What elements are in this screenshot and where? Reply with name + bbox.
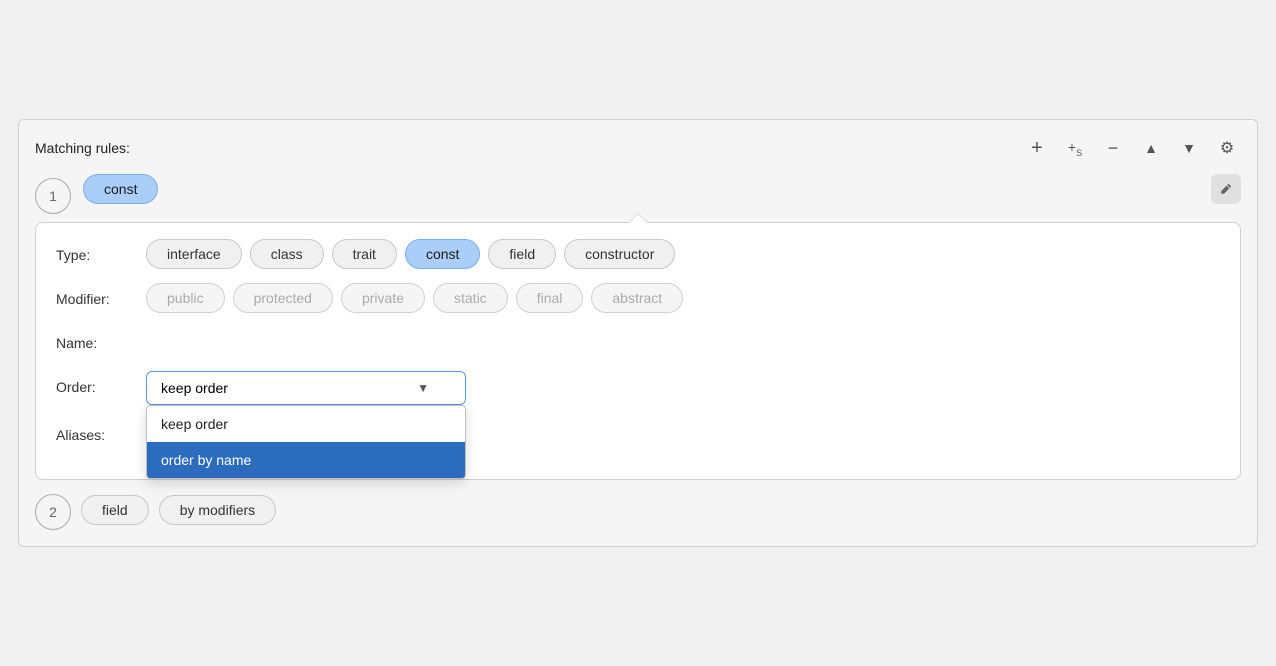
settings-button[interactable]: ⚙ (1213, 134, 1241, 162)
order-dropdown-list: keep order order by name (146, 405, 466, 479)
name-input-area (146, 327, 1220, 357)
panel-title: Matching rules: (35, 140, 130, 156)
type-tag-field[interactable]: field (488, 239, 556, 269)
order-option-order-by-name[interactable]: order by name (147, 442, 465, 478)
header-row: Matching rules: + +S − ▲ ▼ ⚙ (35, 134, 1241, 162)
type-tag-interface[interactable]: interface (146, 239, 242, 269)
modifier-tag-abstract[interactable]: abstract (591, 283, 683, 313)
name-label: Name: (56, 327, 136, 351)
rule-2-row: 2 field by modifiers (35, 490, 1241, 530)
modifier-tag-final[interactable]: final (516, 283, 584, 313)
type-tag-constructor[interactable]: constructor (564, 239, 675, 269)
type-row: Type: interface class trait const field … (56, 239, 1220, 269)
order-label: Order: (56, 371, 136, 395)
rule-1-expand-panel: Type: interface class trait const field … (35, 222, 1241, 480)
add-rule-button[interactable]: + (1023, 134, 1051, 162)
modifier-label: Modifier: (56, 283, 136, 307)
rule-1-row: 1 const (35, 174, 1241, 214)
type-tag-trait[interactable]: trait (332, 239, 397, 269)
add-subscript-button[interactable]: +S (1061, 134, 1089, 162)
pencil-icon (1219, 182, 1233, 196)
modifier-tag-static[interactable]: static (433, 283, 508, 313)
order-row: Order: keep order ▼ keep order order by … (56, 371, 1220, 405)
order-select-display[interactable]: keep order ▼ (146, 371, 466, 405)
dropdown-arrow-icon: ▼ (417, 381, 429, 395)
rule-2-number: 2 (35, 494, 71, 530)
aliases-label: Aliases: (56, 419, 136, 443)
order-select-container: keep order ▼ keep order order by name (146, 371, 466, 405)
rule-1-edit-button[interactable] (1211, 174, 1241, 204)
rule-2-bymodifiers-tag[interactable]: by modifiers (159, 495, 276, 525)
order-option-keep-order[interactable]: keep order (147, 406, 465, 442)
header-actions: + +S − ▲ ▼ ⚙ (1023, 134, 1241, 162)
order-selected-value: keep order (161, 380, 228, 396)
rule-2-field-tag[interactable]: field (81, 495, 149, 525)
type-tag-const[interactable]: const (405, 239, 480, 269)
name-row: Name: (56, 327, 1220, 357)
move-up-button[interactable]: ▲ (1137, 134, 1165, 162)
type-label: Type: (56, 239, 136, 263)
type-tags-group: interface class trait const field constr… (146, 239, 675, 269)
remove-rule-button[interactable]: − (1099, 134, 1127, 162)
modifier-tag-public[interactable]: public (146, 283, 225, 313)
rule-1-const-tag[interactable]: const (83, 174, 158, 204)
rule-1-number: 1 (35, 178, 71, 214)
modifier-tag-protected[interactable]: protected (233, 283, 333, 313)
matching-rules-panel: Matching rules: + +S − ▲ ▼ ⚙ 1 (18, 119, 1258, 547)
modifier-tags-group: public protected private static final ab… (146, 283, 683, 313)
type-tag-class[interactable]: class (250, 239, 324, 269)
modifier-tag-private[interactable]: private (341, 283, 425, 313)
move-down-button[interactable]: ▼ (1175, 134, 1203, 162)
modifier-row: Modifier: public protected private stati… (56, 283, 1220, 313)
